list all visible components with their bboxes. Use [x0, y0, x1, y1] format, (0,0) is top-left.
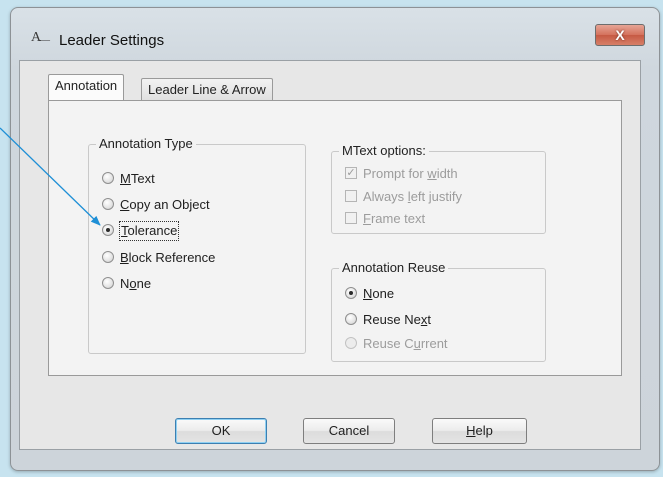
dialog-client-area: Annotation Leader Line & Arrow Annotatio… — [19, 60, 641, 450]
mtext-options-legend: MText options: — [339, 143, 429, 158]
help-button-label: Help — [466, 423, 493, 438]
radio-tolerance-label: Tolerance — [118, 221, 180, 241]
radio-copy-object-label: Copy an Object — [120, 197, 210, 212]
leader-settings-dialog: A — Leader Settings X Annotation Leader L… — [10, 7, 660, 471]
checkbox-prompt-width-box[interactable]: ✓ — [345, 167, 357, 179]
annotation-reuse-legend: Annotation Reuse — [339, 260, 449, 275]
radio-reuse-current-label: Reuse Current — [363, 336, 448, 351]
radio-mtext-button[interactable] — [102, 172, 114, 184]
radio-none-type-label: None — [120, 276, 152, 291]
radio-none-type-button[interactable] — [102, 277, 114, 289]
annotation-type-group: Annotation Type MText Copy an Object Tol… — [88, 136, 306, 354]
autocad-text-icon: A — — [31, 30, 50, 46]
checkbox-frame-text-box[interactable] — [345, 212, 357, 224]
annotation-tab-panel: Annotation Type MText Copy an Object Tol… — [48, 100, 622, 376]
radio-mtext-label: MText — [120, 171, 155, 186]
radio-copy-object-button[interactable] — [102, 198, 114, 210]
checkbox-left-justify-label: Always left justify — [363, 189, 462, 204]
checkbox-prompt-width-label: Prompt for width — [363, 166, 458, 181]
radio-block-reference-label: Block Reference — [120, 250, 216, 265]
radio-tolerance-button[interactable] — [102, 224, 114, 236]
annotation-type-legend: Annotation Type — [96, 136, 196, 151]
ok-button[interactable]: OK — [175, 418, 267, 444]
tab-annotation-label: Annotation — [55, 78, 118, 93]
radio-block-reference-button[interactable] — [102, 251, 114, 263]
tab-annotation[interactable]: Annotation — [48, 74, 125, 100]
mtext-options-group: MText options: ✓ Prompt for width Always… — [331, 143, 546, 234]
window-title: Leader Settings — [59, 32, 165, 49]
tab-leader-line-arrow-label: Leader Line & Arrow — [148, 82, 266, 97]
radio-reuse-next-label: Reuse Next — [363, 312, 431, 327]
radio-reuse-next-button[interactable] — [345, 313, 357, 325]
checkbox-frame-text-label: Frame text — [363, 211, 426, 226]
annotation-reuse-group: Annotation Reuse None Reuse Next Reuse C… — [331, 260, 546, 362]
radio-reuse-current-button[interactable] — [345, 337, 357, 349]
radio-reuse-none-label: None — [363, 286, 395, 301]
help-button[interactable]: Help — [432, 418, 527, 444]
tab-leader-line-arrow[interactable]: Leader Line & Arrow — [141, 78, 273, 100]
close-button[interactable]: X — [595, 24, 645, 46]
radio-reuse-none-button[interactable] — [345, 287, 357, 299]
checkbox-left-justify-box[interactable] — [345, 190, 357, 202]
cancel-button[interactable]: Cancel — [303, 418, 395, 444]
